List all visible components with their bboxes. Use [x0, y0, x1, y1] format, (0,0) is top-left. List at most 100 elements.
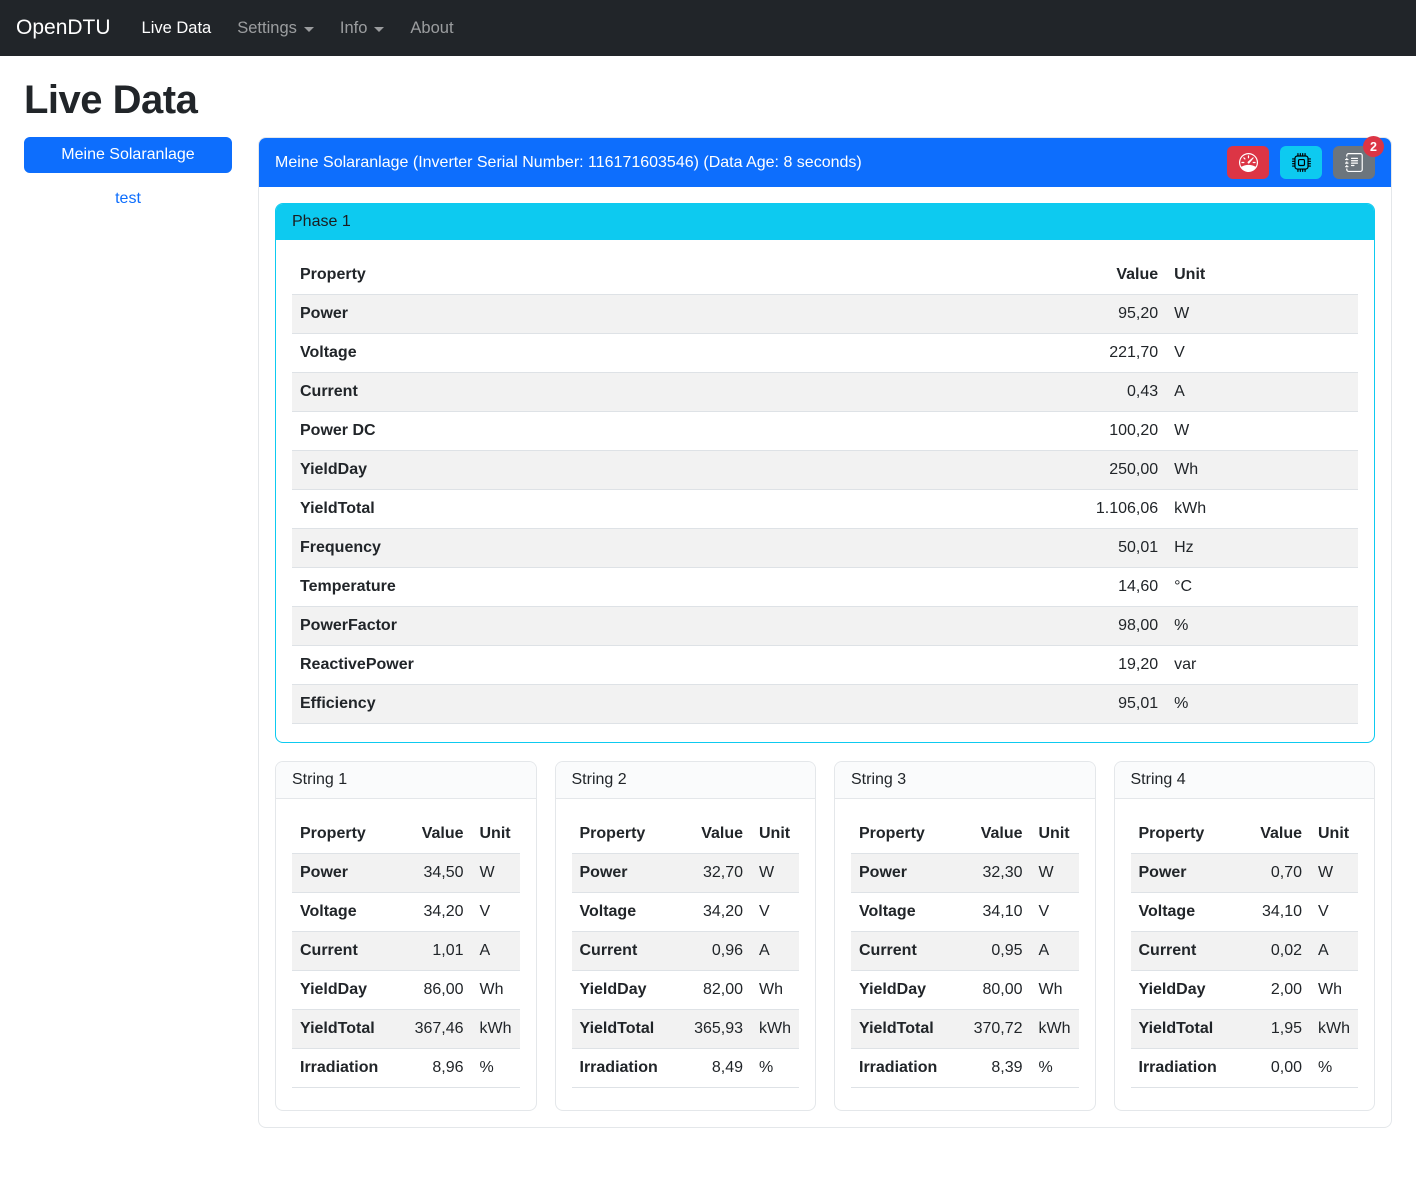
- table-row: Power95,20W: [292, 295, 1358, 334]
- string-card-title: String 2: [556, 762, 816, 799]
- value-cell: 95,01: [837, 685, 1166, 724]
- inverter-panel-header: Meine Solaranlage (Inverter Serial Numbe…: [259, 138, 1391, 187]
- column-header-unit: Unit: [1166, 256, 1358, 295]
- value-cell: 0,70: [1242, 854, 1310, 893]
- unit-cell: W: [1166, 412, 1358, 451]
- unit-cell: kWh: [751, 1010, 799, 1049]
- string-card-title: String 3: [835, 762, 1095, 799]
- table-row: Voltage34,10V: [851, 893, 1079, 932]
- value-cell: 0,43: [837, 373, 1166, 412]
- property-cell: Current: [292, 932, 403, 971]
- unit-cell: W: [751, 854, 799, 893]
- value-cell: 34,50: [403, 854, 471, 893]
- table-row: Current0,95A: [851, 932, 1079, 971]
- table-row: Voltage34,20V: [572, 893, 800, 932]
- property-cell: Frequency: [292, 529, 837, 568]
- table-row: Voltage221,70V: [292, 334, 1358, 373]
- string-card-body: PropertyValueUnitPower32,30WVoltage34,10…: [835, 799, 1095, 1110]
- unit-cell: %: [472, 1049, 520, 1088]
- string-card: String 3 PropertyValueUnitPower32,30WVol…: [834, 761, 1096, 1111]
- hardware-info-button[interactable]: [1280, 146, 1322, 179]
- property-cell: YieldDay: [292, 451, 837, 490]
- unit-cell: V: [751, 893, 799, 932]
- column-header-unit: Unit: [1310, 815, 1358, 854]
- value-cell: 0,95: [962, 932, 1030, 971]
- table-row: ReactivePower19,20var: [292, 646, 1358, 685]
- nav-item-info[interactable]: Info: [327, 11, 398, 46]
- column-header-unit: Unit: [1031, 815, 1079, 854]
- table-row: YieldTotal1,95kWh: [1131, 1010, 1359, 1049]
- property-cell: YieldDay: [572, 971, 683, 1010]
- table-header-row: PropertyValueUnit: [572, 815, 800, 854]
- unit-cell: Wh: [1166, 451, 1358, 490]
- inverter-link-test[interactable]: test: [24, 190, 232, 208]
- string-card: String 4 PropertyValueUnitPower0,70WVolt…: [1114, 761, 1376, 1111]
- nav-item-about[interactable]: About: [397, 11, 466, 46]
- value-cell: 95,20: [837, 295, 1166, 334]
- event-count-badge: 2: [1363, 136, 1384, 157]
- property-cell: ReactivePower: [292, 646, 837, 685]
- table-row: YieldTotal367,46kWh: [292, 1010, 520, 1049]
- inverter-select-button[interactable]: Meine Solaranlage: [24, 137, 232, 173]
- phase-card: Phase 1 PropertyValueUnitPower95,20WVolt…: [275, 203, 1375, 743]
- unit-cell: kWh: [1031, 1010, 1079, 1049]
- value-cell: 250,00: [837, 451, 1166, 490]
- value-cell: 0,96: [683, 932, 751, 971]
- string-card-body: PropertyValueUnitPower34,50WVoltage34,20…: [276, 799, 536, 1110]
- property-cell: Voltage: [851, 893, 962, 932]
- unit-cell: A: [751, 932, 799, 971]
- unit-cell: Hz: [1166, 529, 1358, 568]
- property-cell: Voltage: [1131, 893, 1242, 932]
- inverter-sidebar: Meine Solaranlage test: [24, 137, 232, 208]
- column-header-property: Property: [851, 815, 962, 854]
- property-cell: YieldTotal: [292, 490, 837, 529]
- unit-cell: W: [1310, 854, 1358, 893]
- unit-cell: %: [751, 1049, 799, 1088]
- limit-control-button[interactable]: [1227, 146, 1269, 179]
- table-row: Irradiation8,39%: [851, 1049, 1079, 1088]
- brand-logo[interactable]: OpenDTU: [16, 16, 111, 40]
- string-card-body: PropertyValueUnitPower32,70WVoltage34,20…: [556, 799, 816, 1110]
- value-cell: 0,00: [1242, 1049, 1310, 1088]
- unit-cell: W: [1031, 854, 1079, 893]
- string-card: String 2 PropertyValueUnitPower32,70WVol…: [555, 761, 817, 1111]
- string-card: String 1 PropertyValueUnitPower34,50WVol…: [275, 761, 537, 1111]
- event-log-button[interactable]: 2: [1333, 146, 1375, 179]
- unit-cell: W: [1166, 295, 1358, 334]
- value-cell: 0,02: [1242, 932, 1310, 971]
- table-row: YieldTotal370,72kWh: [851, 1010, 1079, 1049]
- chevron-down-icon: [374, 27, 384, 32]
- table-header-row: PropertyValueUnit: [292, 815, 520, 854]
- unit-cell: kWh: [1166, 490, 1358, 529]
- cpu-icon: [1292, 153, 1311, 172]
- table-row: YieldDay86,00Wh: [292, 971, 520, 1010]
- top-navbar: OpenDTU Live Data Settings Info About: [0, 0, 1416, 56]
- property-cell: YieldDay: [851, 971, 962, 1010]
- table-row: YieldTotal1.106,06kWh: [292, 490, 1358, 529]
- measurement-table: PropertyValueUnitPower0,70WVoltage34,10V…: [1131, 815, 1359, 1088]
- unit-cell: A: [1031, 932, 1079, 971]
- table-row: Voltage34,20V: [292, 893, 520, 932]
- unit-cell: W: [472, 854, 520, 893]
- value-cell: 1.106,06: [837, 490, 1166, 529]
- value-cell: 34,10: [962, 893, 1030, 932]
- table-row: Current1,01A: [292, 932, 520, 971]
- table-row: Power34,50W: [292, 854, 520, 893]
- table-row: Irradiation8,49%: [572, 1049, 800, 1088]
- nav-item-settings[interactable]: Settings: [224, 11, 327, 46]
- inverter-panel-title: Meine Solaranlage (Inverter Serial Numbe…: [275, 154, 862, 172]
- nav-item-label: Settings: [237, 19, 297, 38]
- table-row: Frequency50,01Hz: [292, 529, 1358, 568]
- value-cell: 50,01: [837, 529, 1166, 568]
- nav-item-label: Info: [340, 19, 368, 38]
- unit-cell: Wh: [751, 971, 799, 1010]
- table-row: Irradiation0,00%: [1131, 1049, 1359, 1088]
- value-cell: 365,93: [683, 1010, 751, 1049]
- unit-cell: Wh: [1310, 971, 1358, 1010]
- table-row: Current0,02A: [1131, 932, 1359, 971]
- table-row: YieldDay250,00Wh: [292, 451, 1358, 490]
- nav-item-live-data[interactable]: Live Data: [129, 11, 225, 46]
- column-header-unit: Unit: [472, 815, 520, 854]
- property-cell: Power: [851, 854, 962, 893]
- inverter-panel-body: Phase 1 PropertyValueUnitPower95,20WVolt…: [259, 187, 1391, 1127]
